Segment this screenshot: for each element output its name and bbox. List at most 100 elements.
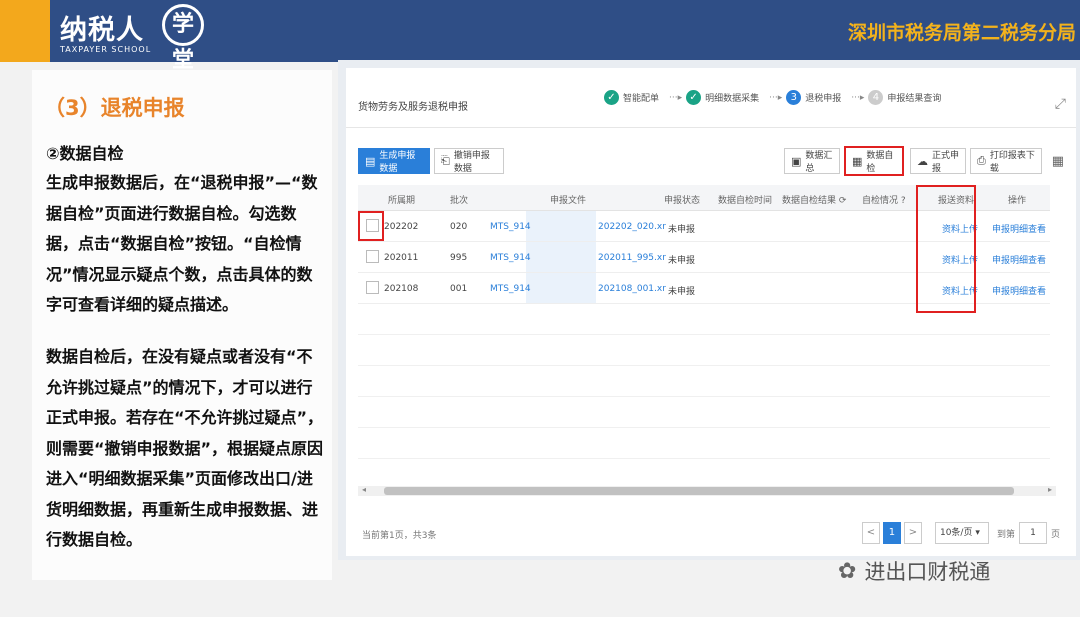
arrow-right-icon: ···▸ — [851, 92, 865, 103]
pagination: < 1 > 10条/页 ▾ 到第 1 页 — [861, 522, 1064, 544]
check-document-icon: ▦ — [852, 154, 863, 168]
total-count: 当前第1页，共3条 — [362, 531, 437, 541]
materials-column-highlight — [916, 185, 976, 313]
prev-page-button[interactable]: < — [861, 522, 880, 544]
empty-row — [358, 366, 1050, 397]
goto-page-input[interactable]: 1 — [1018, 522, 1047, 544]
printer-icon: ⎙ — [977, 154, 986, 167]
col-check-time: 数据自检时间 — [718, 196, 773, 206]
undo-document-icon: ⎗ — [441, 154, 450, 167]
step-label: 智能配单 — [623, 94, 660, 104]
cell-period: 202108 — [384, 284, 419, 294]
fullscreen-icon[interactable]: ⤢ — [1055, 96, 1066, 112]
file-link[interactable]: 202011_995.xr — [598, 253, 666, 263]
page-header: 货物劳务及服务退税申报 ✓ 智能配单 ···▸ ✓ 明细数据采集 ···▸ 3 … — [346, 68, 1076, 128]
wechat-watermark: ✿ 进出口财税通 — [838, 556, 990, 586]
logo-text: 纳税人 — [60, 15, 144, 46]
file-link[interactable]: MTS_914 — [490, 222, 531, 232]
redacted-area — [526, 211, 596, 241]
sub-title: ②数据自检 — [46, 144, 124, 163]
col-period: 所属期 — [388, 196, 416, 206]
cell-status: 未申报 — [668, 287, 696, 297]
upload-cloud-icon: ☁ — [917, 154, 928, 168]
cell-status: 未申报 — [668, 256, 696, 266]
help-icon[interactable]: ? — [901, 196, 906, 206]
file-link[interactable]: MTS_914 — [490, 253, 531, 263]
step-smart-match[interactable]: ✓ 智能配单 — [604, 90, 659, 105]
col-check-status: 自检情况 ? — [862, 196, 906, 206]
column-settings-icon[interactable]: ▦ — [1052, 154, 1064, 169]
col-batch: 批次 — [450, 196, 469, 206]
wechat-icon: ✿ — [838, 558, 857, 584]
col-operation: 操作 — [1008, 196, 1027, 206]
redacted-area — [526, 242, 596, 272]
paragraph-self-check: 生成申报数据后，在“退税申报”—“数据自检”页面进行数据自检。勾选数据，点击“数… — [46, 173, 318, 314]
empty-row — [358, 397, 1050, 428]
cell-period: 202202 — [384, 222, 419, 232]
view-details-link[interactable]: 申报明细查看 — [992, 284, 1046, 297]
step-result-query[interactable]: 4 申报结果查询 — [868, 90, 941, 105]
check-icon: ✓ — [686, 90, 702, 105]
step-detail-collection[interactable]: ✓ 明细数据采集 — [686, 90, 759, 105]
logo-circle-mark: 学堂 — [162, 4, 204, 73]
view-details-link[interactable]: 申报明细查看 — [992, 222, 1046, 235]
formal-declare-button[interactable]: ☁ 正式申报 — [910, 148, 966, 174]
col-status: 申报状态 — [664, 196, 701, 206]
cell-batch: 995 — [450, 253, 468, 263]
redacted-area — [526, 273, 596, 303]
cell-batch: 001 — [450, 284, 468, 294]
document-icon: ▤ — [365, 154, 376, 168]
step-label: 申报结果查询 — [887, 94, 942, 104]
view-details-link[interactable]: 申报明细查看 — [992, 253, 1046, 266]
top-banner: 纳税人 TAXPAYER SCHOOL 学堂 深圳市税务局第二税务分局 — [0, 0, 1080, 73]
paragraph-after-check: 数据自检后，在没有疑点或者没有“不允许挑过疑点”的情况下，才可以进行正式申报。若… — [46, 347, 324, 549]
cell-status: 未申报 — [668, 225, 696, 235]
bottom-strip — [0, 604, 1080, 617]
scroll-right-icon[interactable]: ▸ — [1048, 485, 1052, 494]
col-check-result: 数据自检结果 ⟳ — [782, 196, 847, 206]
empty-row — [358, 428, 1050, 459]
arrow-right-icon: ···▸ — [669, 92, 683, 103]
step-number: 3 — [786, 90, 802, 105]
check-icon: ✓ — [604, 90, 619, 105]
revoke-data-button[interactable]: ⎗ 撤销申报数据 — [434, 148, 504, 174]
generate-data-button[interactable]: ▤ 生成申报数据 — [358, 148, 430, 174]
file-link[interactable]: 202108_001.xr — [598, 284, 666, 294]
section-title: （3）退税申报 — [44, 96, 185, 120]
file-link[interactable]: MTS_914 — [490, 284, 531, 294]
row-checkbox[interactable] — [366, 219, 379, 232]
logo-subtitle: TAXPAYER SCHOOL — [60, 45, 152, 54]
horizontal-scrollbar[interactable]: ◂ ▸ — [358, 485, 1056, 496]
scroll-left-icon[interactable]: ◂ — [362, 485, 366, 494]
data-self-check-button[interactable]: ▦ 数据自检 — [844, 146, 904, 176]
arrow-right-icon: ···▸ — [769, 92, 783, 103]
banner-accent-stripe — [0, 0, 50, 62]
watermark-text: 进出口财税通 — [864, 560, 991, 584]
table-footer: 当前第1页，共3条 < 1 > 10条/页 ▾ 到第 1 页 — [358, 518, 1064, 548]
page-size-select[interactable]: 10条/页 ▾ — [934, 522, 989, 544]
system-screenshot: 货物劳务及服务退税申报 ✓ 智能配单 ···▸ ✓ 明细数据采集 ···▸ 3 … — [338, 60, 1080, 560]
file-link[interactable]: 202202_020.xr — [598, 222, 666, 232]
step-number: 4 — [868, 90, 884, 105]
row-checkbox[interactable] — [366, 250, 379, 263]
scrollbar-thumb[interactable] — [384, 487, 1014, 495]
page-1-button[interactable]: 1 — [882, 522, 901, 544]
next-page-button[interactable]: > — [903, 522, 922, 544]
empty-row — [358, 335, 1050, 366]
step-label: 明细数据采集 — [705, 94, 760, 104]
step-progress: ✓ 智能配单 ···▸ ✓ 明细数据采集 ···▸ 3 退税申报 ···▸ 4 … — [604, 90, 947, 105]
logo: 纳税人 TAXPAYER SCHOOL — [60, 8, 151, 54]
row-checkbox[interactable] — [366, 281, 379, 294]
col-file: 申报文件 — [550, 196, 587, 206]
declaration-page: 货物劳务及服务退税申报 ✓ 智能配单 ···▸ ✓ 明细数据采集 ···▸ 3 … — [346, 68, 1076, 556]
data-summary-button[interactable]: ▣ 数据汇总 — [784, 148, 840, 174]
print-download-button[interactable]: ⎙ 打印报表下载 — [970, 148, 1042, 174]
chevron-down-icon: ▾ — [975, 528, 980, 538]
page-unit-label: 页 — [1050, 529, 1060, 540]
summary-icon: ▣ — [791, 154, 802, 168]
explanation-panel: （3）退税申报 ②数据自检 生成申报数据后，在“退税申报”—“数据自检”页面进行… — [32, 70, 332, 580]
step-tax-refund-declaration[interactable]: 3 退税申报 — [786, 90, 841, 105]
refresh-icon[interactable]: ⟳ — [839, 196, 847, 206]
cell-batch: 020 — [450, 222, 468, 232]
goto-label: 到第 — [996, 529, 1015, 540]
